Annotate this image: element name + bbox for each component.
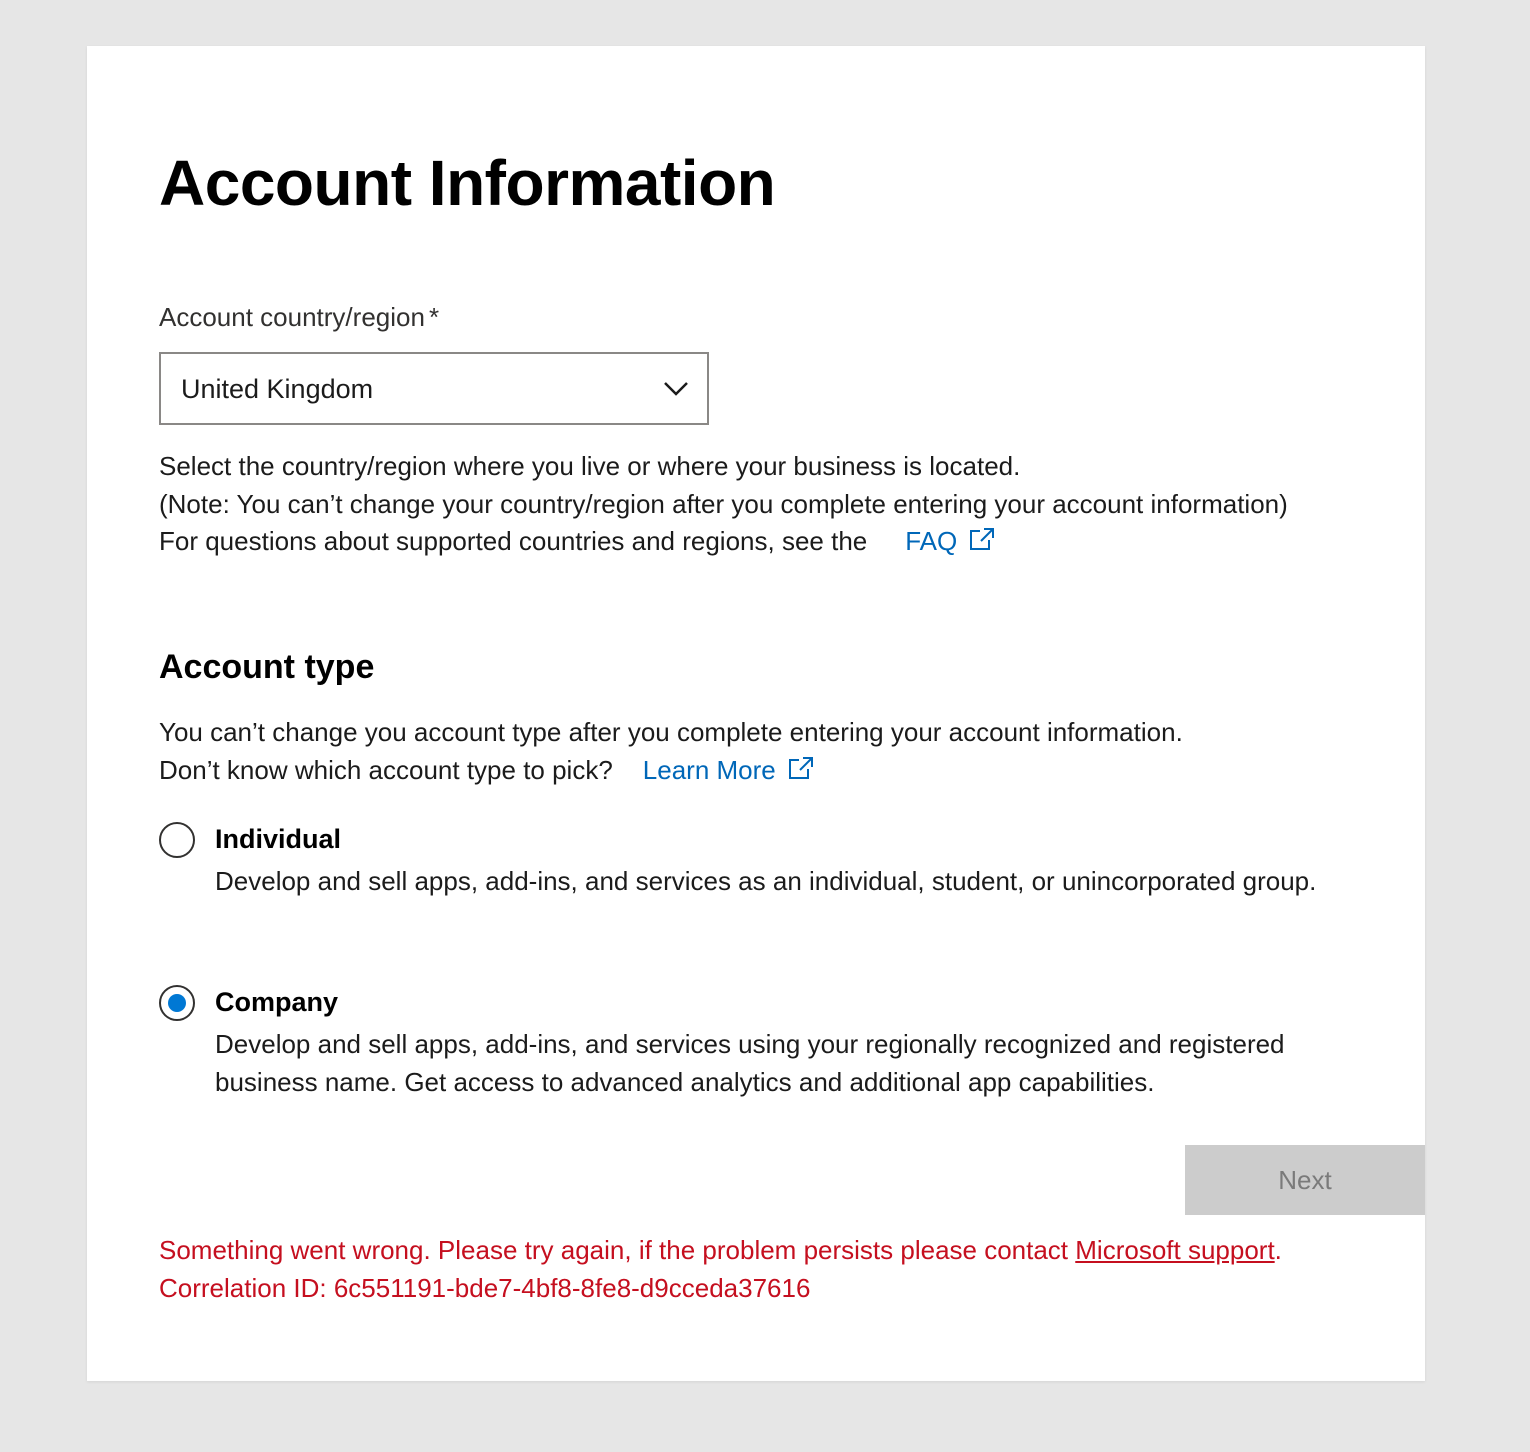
company-radio[interactable] <box>159 985 195 1021</box>
required-asterisk: * <box>428 302 440 332</box>
account-type-help-line-2: Don’t know which account type to pick? Le… <box>159 752 1339 790</box>
account-type-help: You can’t change you account type after … <box>159 714 1339 789</box>
country-help-line-2: (Note: You can’t change your country/reg… <box>159 488 1288 519</box>
error-message-prefix: Something went wrong. Please try again, … <box>159 1235 1076 1265</box>
faq-line: For questions about supported countries … <box>159 523 1299 561</box>
country-dropdown[interactable]: United Kingdom <box>159 352 709 425</box>
faq-link-text: FAQ <box>905 526 958 556</box>
error-message: Something went wrong. Please try again, … <box>159 1232 1299 1307</box>
external-link-icon <box>970 528 995 550</box>
account-type-question: Don’t know which account type to pick? <box>159 754 613 785</box>
microsoft-support-link[interactable]: Microsoft support <box>1075 1235 1274 1265</box>
individual-option-title: Individual <box>215 824 342 854</box>
page-title: Account Information <box>159 147 776 219</box>
country-label-text: Account country/region <box>159 302 425 332</box>
company-option-title: Company <box>215 987 339 1017</box>
account-type-help-line-1: You can’t change you account type after … <box>159 717 1183 747</box>
external-link-icon <box>788 756 813 779</box>
faq-link[interactable]: FAQ <box>905 526 995 556</box>
country-field-label: Account country/region * <box>159 302 439 333</box>
learn-more-link[interactable]: Learn More <box>643 755 814 785</box>
company-option-description: Develop and sell apps, add-ins, and serv… <box>215 1029 1285 1097</box>
account-type-heading: Account type <box>159 648 375 686</box>
country-help-text: Select the country/region where you live… <box>159 448 1299 561</box>
next-button[interactable]: Next <box>1185 1145 1425 1215</box>
individual-option-description: Develop and sell apps, add-ins, and serv… <box>215 866 1317 896</box>
individual-radio[interactable] <box>159 822 195 858</box>
country-selected-value: United Kingdom <box>181 374 374 404</box>
faq-prefix-text: For questions about supported countries … <box>159 526 868 556</box>
country-help-line-1: Select the country/region where you live… <box>159 451 1021 481</box>
learn-more-link-text: Learn More <box>642 754 776 785</box>
account-info-card: Account Information Account country/regi… <box>87 46 1425 1381</box>
radio-selected-dot <box>168 994 186 1012</box>
chevron-down-icon <box>664 382 688 396</box>
